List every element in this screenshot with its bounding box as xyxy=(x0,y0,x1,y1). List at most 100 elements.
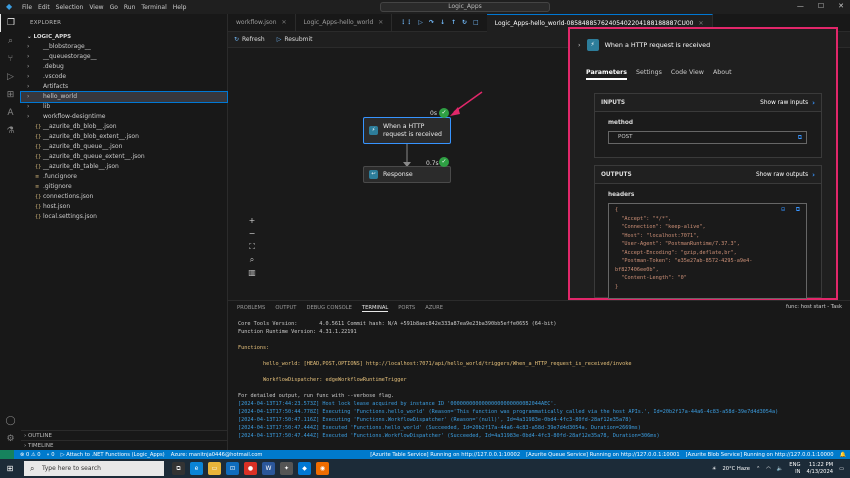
status-item[interactable]: Azure: manitnja0446@hotmail.com xyxy=(171,452,263,458)
zoom-in-icon[interactable]: + xyxy=(247,214,257,227)
volume-icon[interactable]: 🔈 xyxy=(777,466,783,472)
windows-start-icon[interactable]: ⊞ xyxy=(0,464,20,473)
format-icon[interactable]: ⊟ xyxy=(781,206,785,213)
status-item[interactable]: [Azurite Table Service] Running on http:… xyxy=(370,452,520,458)
edge-icon[interactable]: e xyxy=(190,462,203,475)
file-explorer-icon[interactable]: ▭ xyxy=(208,462,221,475)
minimap-icon[interactable]: ▥ xyxy=(247,266,257,279)
menu-item-file[interactable]: File xyxy=(22,4,32,11)
editor-tab[interactable]: workflow.json ✕ xyxy=(228,14,296,32)
zoom-out-icon[interactable]: − xyxy=(247,227,257,240)
command-center-search[interactable]: Logic_Apps xyxy=(380,2,550,12)
status-item[interactable]: ⊗ 0 ⚠ 0 xyxy=(20,452,41,458)
menu-item-edit[interactable]: Edit xyxy=(38,4,50,11)
status-item[interactable]: ▷ Attach to .NET Functions (Logic_Apps) xyxy=(61,452,165,458)
status-item[interactable]: ⑂ 0 xyxy=(47,452,55,458)
tree-item[interactable]: › .debug xyxy=(21,62,227,72)
tray-arrow-icon[interactable]: ⌃ xyxy=(756,466,760,472)
clock[interactable]: 11:22 PM 4/13/2024 xyxy=(806,462,833,476)
tree-item[interactable]: ≡ .funcignore xyxy=(21,172,227,182)
panel-tab-azure[interactable]: AZURE xyxy=(425,305,443,311)
tree-item[interactable]: {} connections.json xyxy=(21,192,227,202)
chrome-icon[interactable]: ● xyxy=(244,462,257,475)
panel-tab-output[interactable]: OUTPUT xyxy=(275,305,296,311)
menu-item-run[interactable]: Run xyxy=(124,4,136,11)
tree-item[interactable]: {} host.json xyxy=(21,202,227,212)
notification-icon[interactable]: ▭ xyxy=(839,466,844,472)
task-view-icon[interactable]: ⧉ xyxy=(172,462,185,475)
debug-control-icon[interactable]: ▷ xyxy=(418,19,423,26)
postman-icon[interactable]: ◉ xyxy=(316,462,329,475)
menu-item-terminal[interactable]: Terminal xyxy=(141,4,166,11)
tree-item[interactable]: {} local.settings.json xyxy=(21,212,227,222)
remote-indicator[interactable] xyxy=(0,450,14,459)
tree-item[interactable]: ≡ .gitignore xyxy=(21,182,227,192)
timeline-section[interactable]: › TIMELINE xyxy=(21,440,228,450)
account-icon[interactable]: ◯ xyxy=(0,412,21,430)
resubmit-button[interactable]: ▷ Resubmit xyxy=(277,36,313,43)
extensions-icon[interactable]: ⊞ xyxy=(0,86,21,104)
menu-item-selection[interactable]: Selection xyxy=(56,4,84,11)
network-icon[interactable]: ◠ xyxy=(766,466,771,472)
refresh-button[interactable]: ↻ Refresh xyxy=(234,36,265,43)
menu-item-help[interactable]: Help xyxy=(173,4,187,11)
project-folder[interactable]: ⌄ LOGIC_APPS xyxy=(21,32,227,42)
status-item[interactable]: [Azurite Queue Service] Running on http:… xyxy=(526,452,679,458)
tree-item[interactable]: {} __azurite_db_queue__.json xyxy=(21,142,227,152)
details-tab-code-view[interactable]: Code View xyxy=(671,69,704,80)
source-control-icon[interactable]: ⑂ xyxy=(0,50,21,68)
terminal-output[interactable]: Core Tools Version: 4.0.5611 Commit hash… xyxy=(238,321,838,441)
debug-control-icon[interactable]: ↑ xyxy=(451,19,456,26)
tree-item[interactable]: › Artifacts xyxy=(21,82,227,92)
trigger-node[interactable]: ⚡ When a HTTP request is received xyxy=(363,117,451,144)
response-node[interactable]: ↩ Response xyxy=(363,166,451,183)
store-icon[interactable]: ⊡ xyxy=(226,462,239,475)
outline-section[interactable]: › OUTLINE xyxy=(21,430,228,440)
tree-item[interactable]: › __blobstorage__ xyxy=(21,42,227,52)
debug-control-icon[interactable]: ↻ xyxy=(462,19,467,26)
menu-item-go[interactable]: Go xyxy=(110,4,118,11)
close-icon[interactable]: ✕ xyxy=(378,19,383,26)
debug-control-icon[interactable]: □ xyxy=(473,19,479,26)
copy-icon[interactable]: ⧉ xyxy=(798,132,802,143)
panel-tab-debug-console[interactable]: DEBUG CONSOLE xyxy=(306,305,351,311)
tree-item[interactable]: {} __azurite_db_table__.json xyxy=(21,162,227,172)
status-item[interactable]: 🔔 xyxy=(840,452,846,458)
tree-item[interactable]: › lib xyxy=(21,102,227,112)
details-tab-parameters[interactable]: Parameters xyxy=(586,69,628,80)
panel-tab-ports[interactable]: PORTS xyxy=(398,305,415,311)
panel-tab-terminal[interactable]: TERMINAL xyxy=(361,305,389,312)
close-icon[interactable]: ✕ xyxy=(699,20,704,27)
search-icon[interactable]: ⌕ xyxy=(0,32,21,50)
tree-item[interactable]: › workflow-designtime xyxy=(21,112,227,122)
show-raw-outputs-button[interactable]: Show raw outputs › xyxy=(756,171,815,179)
azure-icon[interactable]: A xyxy=(0,104,21,122)
debug-control-icon[interactable]: ↷ xyxy=(429,19,434,26)
menu-item-view[interactable]: View xyxy=(89,4,103,11)
status-item[interactable]: [Azurite Blob Service] Running on http:/… xyxy=(686,452,834,458)
taskbar-search[interactable]: Type here to search xyxy=(24,461,164,476)
vscode-taskbar-icon[interactable]: ◆ xyxy=(298,462,311,475)
details-tab-about[interactable]: About xyxy=(713,69,732,80)
search-canvas-icon[interactable]: ⌕ xyxy=(247,253,257,266)
app-icon[interactable]: ✦ xyxy=(280,462,293,475)
editor-tab[interactable]: Logic_Apps-hello_world ✕ xyxy=(296,14,393,32)
collapse-chevron-icon[interactable]: › xyxy=(578,41,581,49)
settings-gear-icon[interactable]: ⚙ xyxy=(0,430,21,448)
testing-icon[interactable]: ⚗ xyxy=(0,122,21,140)
tree-item[interactable]: › hello_world xyxy=(20,91,228,103)
debug-control-icon[interactable]: ⋮⋮ xyxy=(400,19,412,26)
weather-text[interactable]: 20°C Haze xyxy=(722,466,749,472)
language-indicator[interactable]: ENG IN xyxy=(789,462,800,476)
panel-tab-problems[interactable]: PROBLEMS xyxy=(237,305,265,311)
debug-control-icon[interactable]: ↓ xyxy=(440,19,445,26)
close-icon[interactable]: ✕ xyxy=(282,19,287,26)
details-tab-settings[interactable]: Settings xyxy=(636,69,662,80)
word-icon[interactable]: W xyxy=(262,462,275,475)
show-raw-inputs-button[interactable]: Show raw inputs › xyxy=(760,99,815,107)
headers-json-viewer[interactable]: { "Accept": "*/*", "Connection": "keep-a… xyxy=(608,203,807,299)
tree-item[interactable]: › .vscode xyxy=(21,72,227,82)
run-debug-icon[interactable]: ▷ xyxy=(0,68,21,86)
copy-icon[interactable]: ⧉ xyxy=(796,206,800,214)
tree-item[interactable]: {} __azurite_db_blob__.json xyxy=(21,122,227,132)
